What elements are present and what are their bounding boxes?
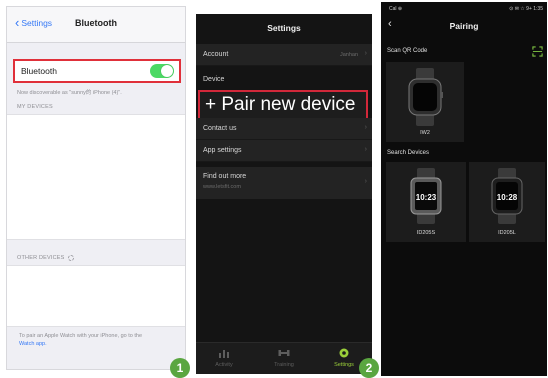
chevron-right-icon: › (364, 124, 367, 131)
smartwatch-icon: 10:28 (491, 168, 523, 224)
page-title: Bluetooth (75, 18, 117, 28)
page-title: Pairing (449, 21, 479, 31)
page-title: Settings (267, 23, 301, 33)
other-devices-list (7, 265, 185, 327)
contact-us-label: Contact us (203, 125, 237, 132)
bluetooth-label: Bluetooth (21, 66, 57, 76)
smartwatch-icon: 10:23 (410, 168, 442, 224)
contact-us-row[interactable]: Contact us › (196, 118, 372, 140)
scan-icon[interactable] (532, 46, 543, 57)
device-name: IW2 (420, 130, 430, 136)
discoverable-text: Now discoverable as "sunny的 iPhone (4)". (17, 90, 122, 96)
device-section-label: Device (203, 76, 225, 83)
pair-new-device-label: + Pair new device (205, 94, 356, 115)
device-name: ID205L (498, 230, 516, 236)
loading-spinner-icon (67, 255, 74, 261)
account-row[interactable]: Account Janhan › (196, 44, 372, 66)
other-devices-header: OTHER DEVICES (17, 255, 74, 261)
website-url: www.letsfit.com (203, 184, 241, 190)
tab-bar: Activity Training Settings (196, 342, 372, 374)
search-devices-label: Search Devices (387, 150, 430, 156)
app-settings-row[interactable]: App settings › (196, 140, 372, 162)
find-out-more-row[interactable]: Find out more www.letsfit.com › (196, 167, 372, 199)
watch-time: 10:23 (416, 193, 437, 202)
account-label: Account (203, 51, 229, 58)
device-name: ID205S (416, 230, 436, 236)
bluetooth-settings-screen: ‹ Settings Bluetooth Bluetooth Now disco… (6, 6, 186, 370)
tab-training[interactable]: Training (262, 347, 306, 368)
device-card-id205l[interactable]: 10:28 ID205L (469, 162, 545, 242)
watch-app-link[interactable]: Watch app. (19, 341, 47, 347)
footer-text: To pair an Apple Watch with your iPhone,… (19, 333, 143, 339)
tab-activity[interactable]: Activity (202, 347, 246, 368)
app-settings-label: App settings (203, 147, 242, 154)
device-card-id205s[interactable]: 10:23 ID205S (386, 162, 466, 242)
find-out-more-label: Find out more (203, 173, 247, 180)
step-badge-1: 1 (170, 358, 190, 378)
bar-chart-icon (219, 350, 229, 358)
chevron-right-icon: › (364, 146, 367, 153)
my-devices-list (7, 114, 185, 240)
bluetooth-row: Bluetooth (13, 59, 181, 83)
step-badge-2: 2 (359, 358, 379, 378)
my-devices-header: MY DEVICES (17, 104, 53, 110)
gear-icon (339, 348, 349, 358)
smartwatch-square-icon (408, 68, 443, 126)
dumbbell-icon (278, 350, 290, 356)
chevron-right-icon: › (364, 178, 367, 185)
watch-time: 10:28 (497, 193, 518, 202)
other-devices-label: OTHER DEVICES (17, 255, 65, 261)
pairing-screen: Cal ⊕ ⊙ ✉ ☆ 9+ 1:35 ‹ Pairing Scan QR Co… (381, 2, 547, 376)
chevron-right-icon: › (364, 50, 367, 57)
tab-training-label: Training (274, 362, 294, 368)
pair-new-device-button[interactable]: + Pair new device (198, 90, 368, 120)
nav-bar: ‹ Settings Bluetooth (7, 7, 185, 43)
scan-qr-label: Scan QR Code (387, 48, 428, 54)
status-bar-left: Cal ⊕ (389, 6, 403, 12)
bluetooth-toggle[interactable] (150, 64, 174, 78)
apple-watch-footer: To pair an Apple Watch with your iPhone,… (19, 332, 179, 348)
toggle-knob (161, 65, 173, 77)
qr-device-card-iw2[interactable]: IW2 (386, 62, 464, 142)
tab-activity-label: Activity (215, 362, 233, 368)
app-settings-screen: Settings Account Janhan › Device + Pair … (196, 14, 372, 374)
status-bar-right: ⊙ ✉ ☆ 9+ 1:35 (509, 6, 543, 12)
account-value: Janhan (339, 52, 358, 58)
